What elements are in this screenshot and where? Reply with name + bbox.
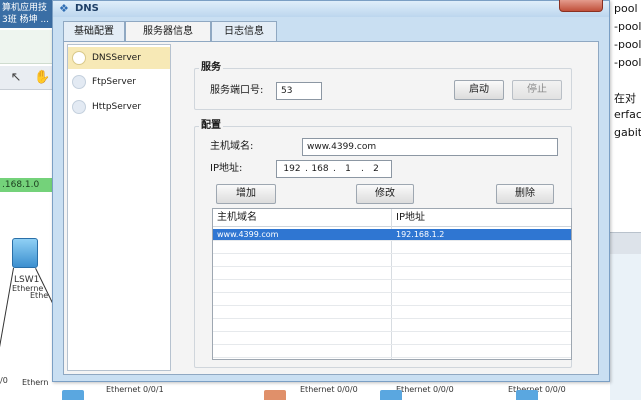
server-status-icon: [72, 75, 86, 89]
background-panel: [610, 254, 641, 400]
command-text-line: gabit: [614, 126, 641, 139]
server-item-ftp[interactable]: FtpServer: [68, 71, 170, 93]
dns-app-icon: ❖: [59, 2, 69, 15]
ip-octet-4[interactable]: 2: [365, 161, 387, 177]
port-label: Ethernet 0/0/1: [106, 385, 164, 394]
device-icon[interactable]: [264, 390, 286, 400]
dialog-titlebar[interactable]: ❖ DNS: [53, 0, 609, 17]
background-title-line-2: 3班 杨坤 ...: [2, 15, 50, 25]
port-input[interactable]: [276, 82, 322, 100]
ip-address-input[interactable]: 192 . 168 . 1 . 2: [276, 160, 392, 178]
dialog-title: DNS: [75, 3, 99, 14]
server-item-label: DNSServer: [92, 53, 141, 63]
ip-octet-1[interactable]: 192: [281, 161, 303, 177]
config-group-title: 配置: [199, 120, 223, 132]
port-label: Ethernet 0/0/0: [396, 385, 454, 394]
pointer-tool-icon[interactable]: ↖: [8, 70, 24, 86]
device-icon[interactable]: [380, 390, 402, 400]
server-item-dns[interactable]: DNSServer: [68, 47, 170, 69]
server-info-panel: DNSServer FtpServer HttpServer 服务 服务端口号:…: [63, 41, 599, 375]
cell-host: www.4399.com: [217, 230, 279, 239]
command-text-line: -pool: [614, 56, 641, 69]
tab-basic-config[interactable]: 基础配置: [63, 21, 125, 41]
network-segment-label: .168.1.0: [0, 178, 52, 192]
host-input[interactable]: [302, 138, 558, 156]
table-row[interactable]: www.4399.com 192.168.1.2: [213, 229, 571, 241]
table-row-empty: [213, 346, 571, 358]
port-label: Ethernet 0/0/0: [300, 385, 358, 394]
table-row-empty: [213, 320, 571, 332]
background-window-title: 算机应用技 3班 杨坤 ...: [0, 0, 60, 28]
background-panel-header: [610, 232, 641, 254]
modify-button[interactable]: 修改: [356, 184, 414, 204]
ip-separator: .: [305, 164, 308, 174]
tab-log-info[interactable]: 日志信息: [211, 21, 277, 41]
command-text-line: pool: [614, 2, 638, 15]
server-item-label: FtpServer: [92, 77, 136, 87]
server-status-icon: [72, 100, 86, 114]
port-field-label: 服务端口号:: [210, 85, 264, 96]
device-icon[interactable]: [516, 390, 538, 400]
host-field-label: 主机域名:: [210, 141, 254, 152]
server-status-icon: [72, 51, 86, 65]
tab-server-info[interactable]: 服务器信息: [125, 21, 211, 42]
server-item-http[interactable]: HttpServer: [68, 96, 170, 118]
close-button[interactable]: [559, 0, 603, 12]
device-icon[interactable]: [62, 390, 84, 400]
cell-ip: 192.168.1.2: [396, 230, 445, 239]
command-text-line: erfac: [614, 108, 641, 121]
background-topology-window: 算机应用技 3班 杨坤 ... ↖ ✋ .168.1.0 LSW1 Ethern…: [0, 0, 63, 400]
dns-dialog: ❖ DNS 基础配置 服务器信息 日志信息 DNSServer FtpServe…: [52, 0, 610, 382]
hand-tool-icon[interactable]: ✋: [34, 70, 50, 86]
service-group-title: 服务: [199, 62, 223, 74]
background-ribbon: [0, 30, 60, 64]
ip-separator: .: [361, 164, 364, 174]
port-label: /0: [0, 376, 8, 385]
table-row-empty: [213, 268, 571, 280]
stop-button[interactable]: 停止: [512, 80, 562, 100]
ip-separator: .: [333, 164, 336, 174]
start-button[interactable]: 启动: [454, 80, 504, 100]
server-item-label: HttpServer: [92, 102, 142, 112]
table-row-empty: [213, 281, 571, 293]
server-list: DNSServer FtpServer HttpServer: [67, 44, 171, 371]
background-title-line-1: 算机应用技: [2, 3, 48, 13]
background-toolbar: ↖ ✋: [0, 66, 60, 90]
port-label: Ethe: [30, 291, 49, 300]
port-label: Ethern: [22, 378, 49, 387]
command-text-line: -pool: [614, 38, 641, 51]
switch-icon[interactable]: [12, 238, 38, 268]
delete-button[interactable]: 删除: [496, 184, 554, 204]
add-button[interactable]: 增加: [216, 184, 276, 204]
command-text-line: 在对: [614, 92, 636, 105]
table-row-empty: [213, 307, 571, 319]
column-header-ip[interactable]: IP地址: [392, 209, 571, 227]
topology-canvas-bottom: Ethernet 0/0/1 Ethernet 0/0/0 Ethernet 0…: [60, 382, 610, 400]
command-text-line: -pool: [614, 20, 641, 33]
table-row-empty: [213, 242, 571, 254]
ip-octet-2[interactable]: 168: [309, 161, 331, 177]
column-header-host[interactable]: 主机域名: [213, 209, 391, 227]
table-row-empty: [213, 255, 571, 267]
table-row-empty: [213, 294, 571, 306]
ip-field-label: IP地址:: [210, 163, 243, 174]
dns-record-table: 主机域名 IP地址 www.4399.com 192.168.1.2: [212, 208, 572, 360]
background-command-window: pool -pool -pool -pool 在对 erfac gabit: [610, 0, 641, 400]
table-row-empty: [213, 333, 571, 345]
ip-octet-3[interactable]: 1: [337, 161, 359, 177]
